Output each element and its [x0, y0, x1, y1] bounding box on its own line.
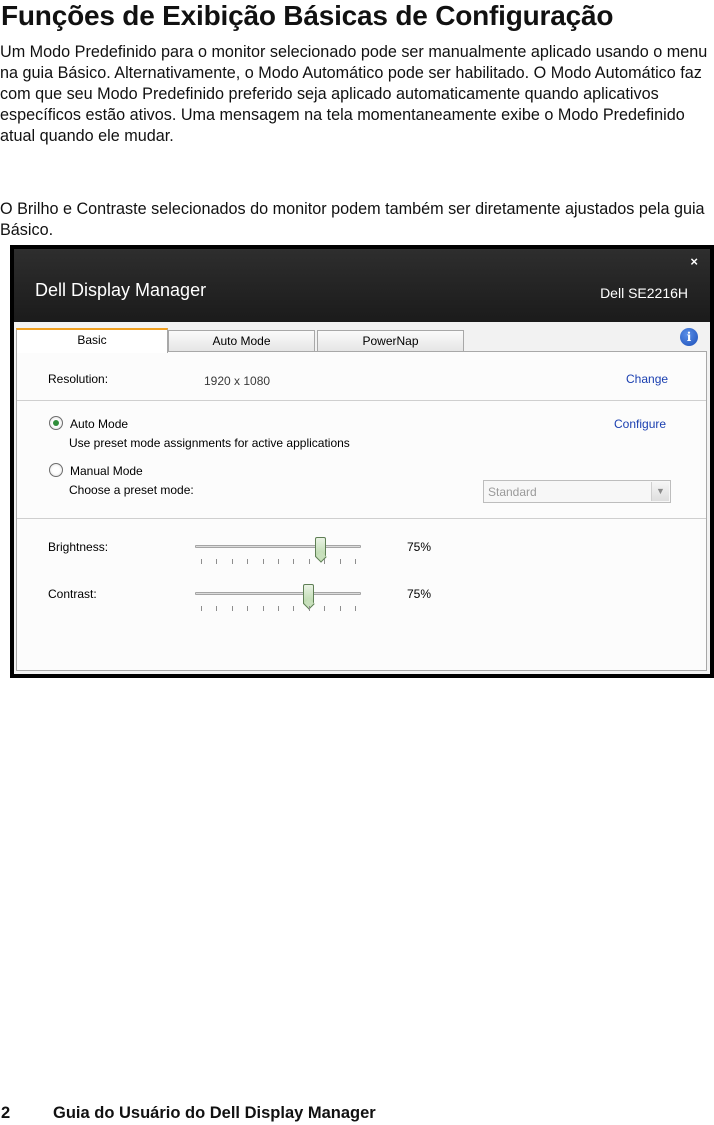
intro-paragraph: Um Modo Predefinido para o monitor selec…: [0, 43, 708, 145]
slider-tick: [355, 606, 356, 611]
brightness-slider[interactable]: [195, 537, 365, 567]
slider-tick: [231, 559, 233, 564]
close-icon[interactable]: ×: [690, 254, 698, 269]
resolution-label: Resolution:: [48, 372, 109, 386]
brightness-value: 75%: [407, 540, 432, 554]
app-window-screenshot: × Dell Display Manager Dell SE2216H Basi…: [10, 245, 714, 678]
resolution-value: 1920 x 1080: [204, 374, 271, 388]
slider-tick: [201, 606, 202, 611]
divider: [17, 518, 706, 519]
slider-tick: [278, 559, 279, 564]
auto-mode-label[interactable]: Auto Mode: [70, 417, 128, 431]
slider-tick: [293, 606, 295, 611]
tab-basic[interactable]: Basic: [16, 328, 168, 353]
slider-tick: [355, 559, 356, 564]
tab-bar: Basic Auto Mode PowerNap i: [16, 328, 706, 353]
slider-tick: [262, 559, 264, 564]
monitor-model: Dell SE2216H: [600, 285, 688, 301]
manual-mode-radio[interactable]: [49, 463, 63, 477]
slider-tick: [262, 606, 264, 611]
title-bar: × Dell Display Manager Dell SE2216H: [14, 249, 710, 322]
page-number: 2: [1, 1104, 11, 1122]
slider-tick: [324, 559, 326, 564]
slider-tick: [278, 606, 279, 611]
contrast-label: Contrast:: [48, 587, 97, 601]
brightness-paragraph: O Brilho e Contraste selecionados do mon…: [0, 200, 705, 239]
app-window: × Dell Display Manager Dell SE2216H Basi…: [14, 249, 710, 674]
slider-tick: [293, 559, 295, 564]
manual-mode-label[interactable]: Manual Mode: [70, 464, 143, 478]
slider-thumb[interactable]: [302, 584, 314, 604]
chevron-down-icon: ▼: [651, 482, 669, 501]
slider-track: [195, 545, 361, 548]
slider-tick: [201, 559, 202, 564]
page-title: Funções de Exibição Básicas de Configura…: [1, 0, 614, 31]
configure-link[interactable]: Configure: [614, 417, 666, 431]
slider-tick: [308, 606, 310, 611]
preset-mode-value: Standard: [488, 485, 537, 499]
slider-tick: [216, 559, 218, 564]
slider-track: [195, 592, 361, 595]
app-title: Dell Display Manager: [35, 280, 207, 300]
contrast-value: 75%: [407, 587, 432, 601]
brightness-label: Brightness:: [48, 540, 109, 554]
tab-powernap[interactable]: PowerNap: [317, 330, 464, 352]
tab-auto-mode[interactable]: Auto Mode: [168, 330, 315, 352]
slider-thumb[interactable]: [314, 537, 326, 557]
slider-tick: [247, 559, 249, 564]
auto-mode-radio[interactable]: [49, 416, 63, 430]
preset-mode-select[interactable]: Standard ▼: [483, 480, 671, 503]
contrast-slider[interactable]: [195, 584, 365, 614]
basic-panel: Resolution: 1920 x 1080 Change Auto Mode…: [16, 351, 707, 671]
footer-title: Guia do Usuário do Dell Display Manager: [53, 1104, 376, 1122]
slider-tick: [339, 559, 341, 564]
change-resolution-link[interactable]: Change: [626, 372, 668, 386]
slider-tick: [216, 606, 218, 611]
preset-mode-prompt: Choose a preset mode:: [69, 483, 194, 497]
slider-tick: [324, 606, 326, 611]
slider-tick: [247, 606, 249, 611]
slider-tick: [308, 559, 310, 564]
divider: [17, 400, 706, 401]
auto-mode-description: Use preset mode assignments for active a…: [69, 436, 350, 450]
info-icon[interactable]: i: [680, 328, 698, 346]
slider-tick: [339, 606, 341, 611]
slider-tick: [231, 606, 233, 611]
